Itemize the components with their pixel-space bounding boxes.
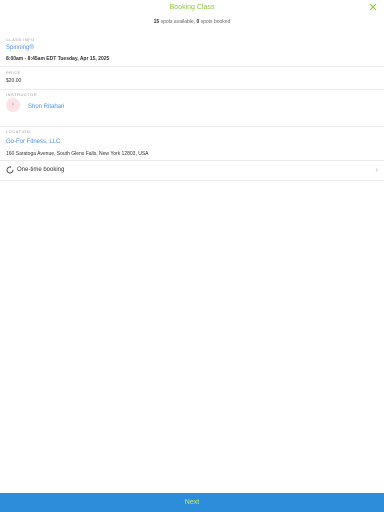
booking-option-label: One-time booking xyxy=(17,167,65,173)
refresh-icon xyxy=(6,166,14,174)
location-label: LOCATION xyxy=(6,129,31,134)
location-name-link[interactable]: Go-For Fitness, LLC xyxy=(6,139,60,145)
spots-booked-count: 0 xyxy=(196,19,200,25)
page-title: Booking Class xyxy=(169,4,215,11)
instructor-name-link[interactable]: Shon Ritahari xyxy=(28,104,64,110)
close-icon[interactable]: ✕ xyxy=(366,1,380,15)
class-info-label: CLASS INFO xyxy=(6,37,35,42)
location-address: 160 Saratoga Avenue, South Glens Falls, … xyxy=(6,151,149,157)
spots-summary: 15 spots available, 0 spots booked xyxy=(0,19,384,25)
chevron-right-icon: › xyxy=(375,165,378,174)
price-label: PRICE xyxy=(6,70,21,75)
price-section: PRICE $20.00 xyxy=(0,67,384,90)
spots-booked-text: spots booked xyxy=(200,19,231,25)
class-name-link[interactable]: Spinning® xyxy=(6,45,34,51)
price-value: $20.00 xyxy=(6,78,22,84)
next-button[interactable]: Next xyxy=(0,493,384,512)
next-label: Next xyxy=(184,499,200,506)
spots-available-count: 15 xyxy=(153,19,160,25)
header: Booking Class ✕ 15 spots available, 0 sp… xyxy=(0,0,384,30)
location-section: LOCATION Go-For Fitness, LLC 160 Saratog… xyxy=(0,127,384,161)
instructor-avatar[interactable]: ♀ xyxy=(6,98,20,112)
instructor-label: INSTRUCTOR xyxy=(6,92,38,97)
spots-available-text: spots available, xyxy=(160,19,196,25)
class-info-section: CLASS INFO Spinning® 8:00am - 8:45am EDT… xyxy=(0,30,384,67)
class-datetime: 8:00am - 8:45am EDT Tuesday, Apr 15, 202… xyxy=(6,56,110,62)
